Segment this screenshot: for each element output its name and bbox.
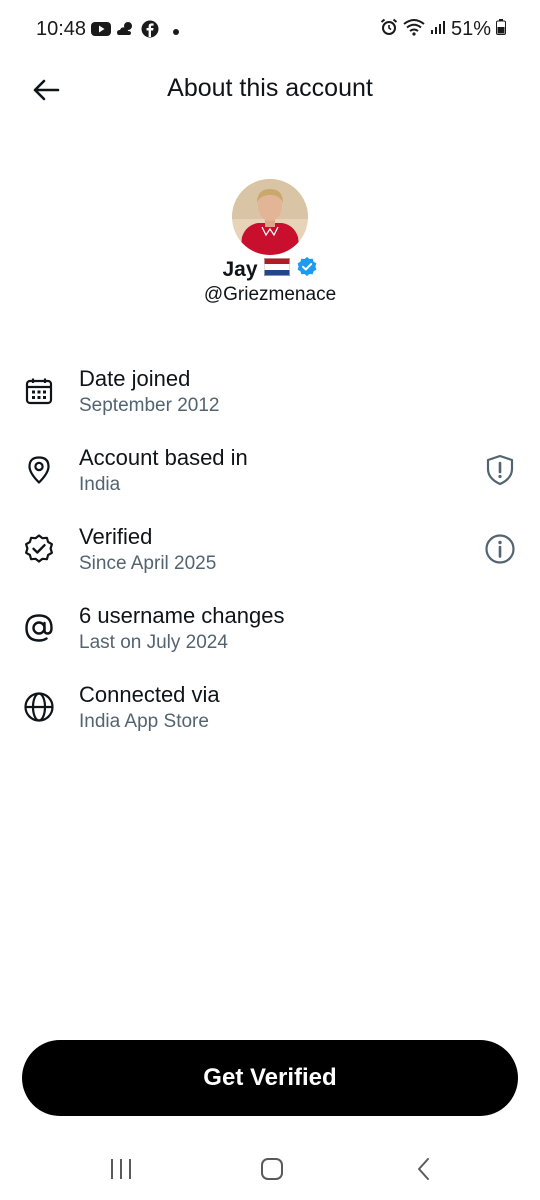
battery-percent: 51% [450, 18, 491, 40]
globe-icon [22, 690, 56, 724]
username-handle: @Griezmenace [203, 284, 337, 305]
signal-icon [430, 19, 446, 40]
info-title: Account based in [79, 445, 248, 470]
home-icon [261, 1158, 283, 1180]
info-title: Verified [79, 524, 153, 549]
name-row: Jay [0, 256, 540, 283]
info-verified: Verified Since April 2025 [0, 510, 540, 589]
youtube-icon [91, 21, 111, 42]
info-subtitle: Last on July 2024 [79, 632, 228, 653]
recents-icon [111, 1159, 131, 1179]
info-subtitle: Since April 2025 [79, 553, 217, 574]
wifi-icon [403, 18, 425, 41]
status-time: 10:48 [36, 18, 87, 40]
back-icon [418, 1158, 429, 1180]
info-icon[interactable] [483, 531, 517, 567]
info-connected-via: Connected via India App Store [0, 668, 540, 747]
system-nav-bar [0, 1140, 540, 1200]
battery-icon [496, 19, 506, 40]
info-account-location: Account based in India [0, 431, 540, 510]
info-title: Date joined [79, 366, 191, 391]
recents-button[interactable] [101, 1154, 141, 1184]
status-bar: 10:48 51% [0, 0, 540, 62]
nav-back-button[interactable] [404, 1154, 444, 1184]
info-title: 6 username changes [79, 603, 285, 628]
more-notifications-dot [173, 28, 179, 35]
info-subtitle: September 2012 [79, 395, 220, 416]
shield-icon[interactable] [483, 452, 517, 488]
info-username-changes: 6 username changes Last on July 2024 [0, 589, 540, 668]
facebook-icon [141, 20, 159, 43]
page-title: About this account [167, 74, 373, 102]
verified-badge-icon[interactable] [296, 256, 318, 283]
home-button[interactable] [252, 1154, 292, 1184]
info-subtitle: India App Store [79, 711, 209, 732]
info-title: Connected via [79, 682, 220, 707]
netherlands-flag-icon [263, 258, 290, 281]
notification-icons [91, 20, 179, 43]
info-date-joined: Date joined September 2012 [0, 352, 540, 431]
verified-badge-icon [22, 532, 56, 566]
location-pin-icon [22, 453, 56, 487]
display-name: Jay [222, 257, 258, 281]
system-status: 51% [380, 18, 506, 41]
at-sign-icon [22, 611, 56, 645]
get-verified-button[interactable]: Get Verified [22, 1040, 518, 1116]
header: About this account [0, 62, 540, 118]
alarm-icon [380, 18, 398, 41]
avatar[interactable] [232, 179, 308, 255]
calendar-icon [22, 374, 56, 408]
info-subtitle: India [79, 474, 121, 495]
weather-icon [116, 20, 136, 43]
